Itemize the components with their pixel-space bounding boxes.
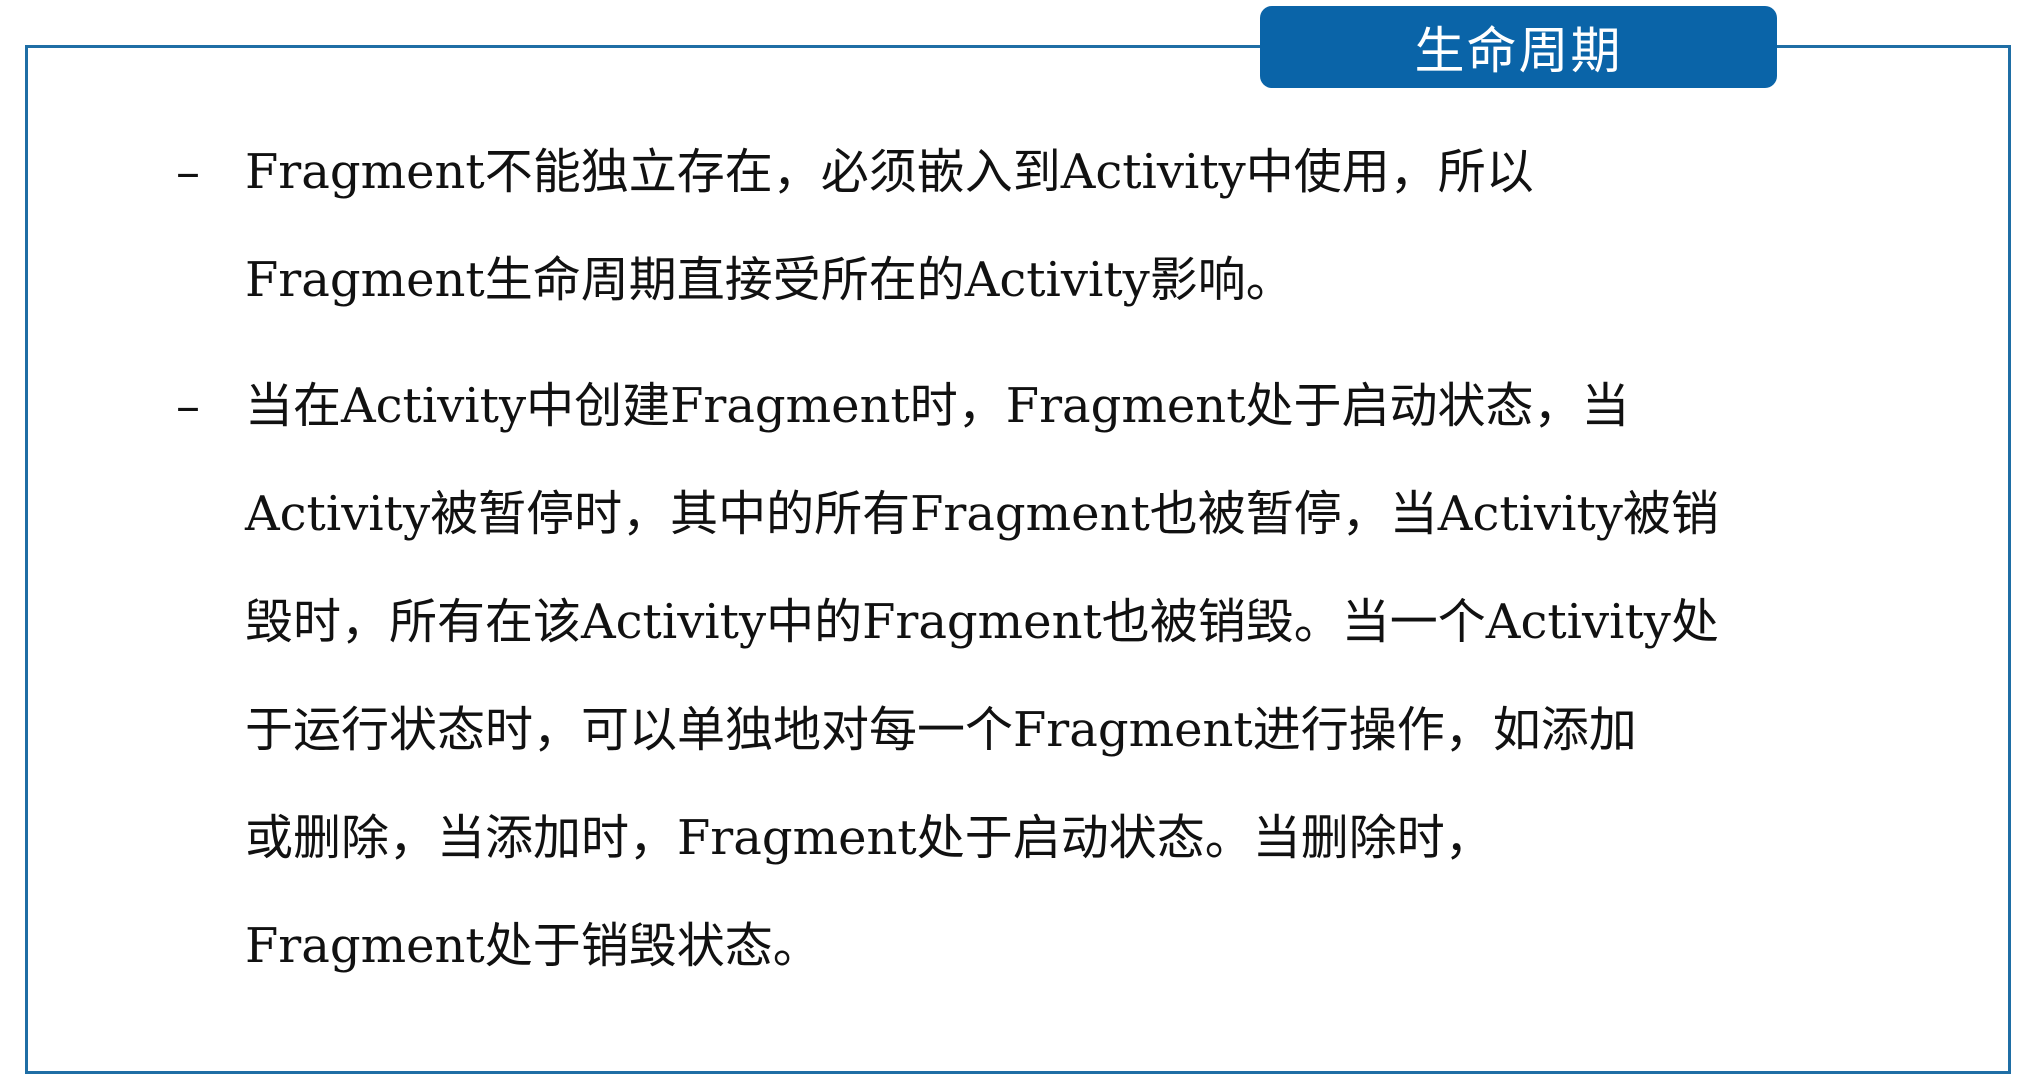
bullet-list: – Fragment不能独立存在，必须嵌入到Activity中使用，所以 Fra…	[170, 118, 1970, 1018]
bullet-dash: –	[176, 144, 200, 200]
bullet-1-line-2: Fragment生命周期直接受所在的Activity影响。	[245, 252, 1294, 308]
bullet-2-line-4: 于运行状态时，可以单独地对每一个Fragment进行操作，如添加	[245, 702, 1637, 758]
bullet-2-line-5: 或删除，当添加时，Fragment处于启动状态。当删除时，	[245, 810, 1493, 866]
bullet-2-line-1: 当在Activity中创建Fragment时，Fragment处于启动状态，当	[245, 378, 1630, 434]
bullet-item-1: – Fragment不能独立存在，必须嵌入到Activity中使用，所以 Fra…	[170, 118, 1970, 334]
bullet-dash: –	[176, 378, 200, 434]
page-title: 生命周期	[1414, 22, 1623, 80]
bullet-2-line-3: 毁时，所有在该Activity中的Fragment也被销毁。当一个Activit…	[245, 594, 1719, 650]
bullet-2-line-2: Activity被暂停时，其中的所有Fragment也被暂停，当Activity…	[245, 486, 1719, 542]
slide: 生命周期 – Fragment不能独立存在，必须嵌入到Activity中使用，所…	[0, 0, 2026, 1086]
bullet-2-line-6: Fragment处于销毁状态。	[245, 918, 821, 974]
title-tab: 生命周期	[1260, 6, 1777, 88]
bullet-item-2: – 当在Activity中创建Fragment时，Fragment处于启动状态，…	[170, 352, 1970, 1000]
bullet-1-line-1: Fragment不能独立存在，必须嵌入到Activity中使用，所以	[245, 144, 1534, 200]
